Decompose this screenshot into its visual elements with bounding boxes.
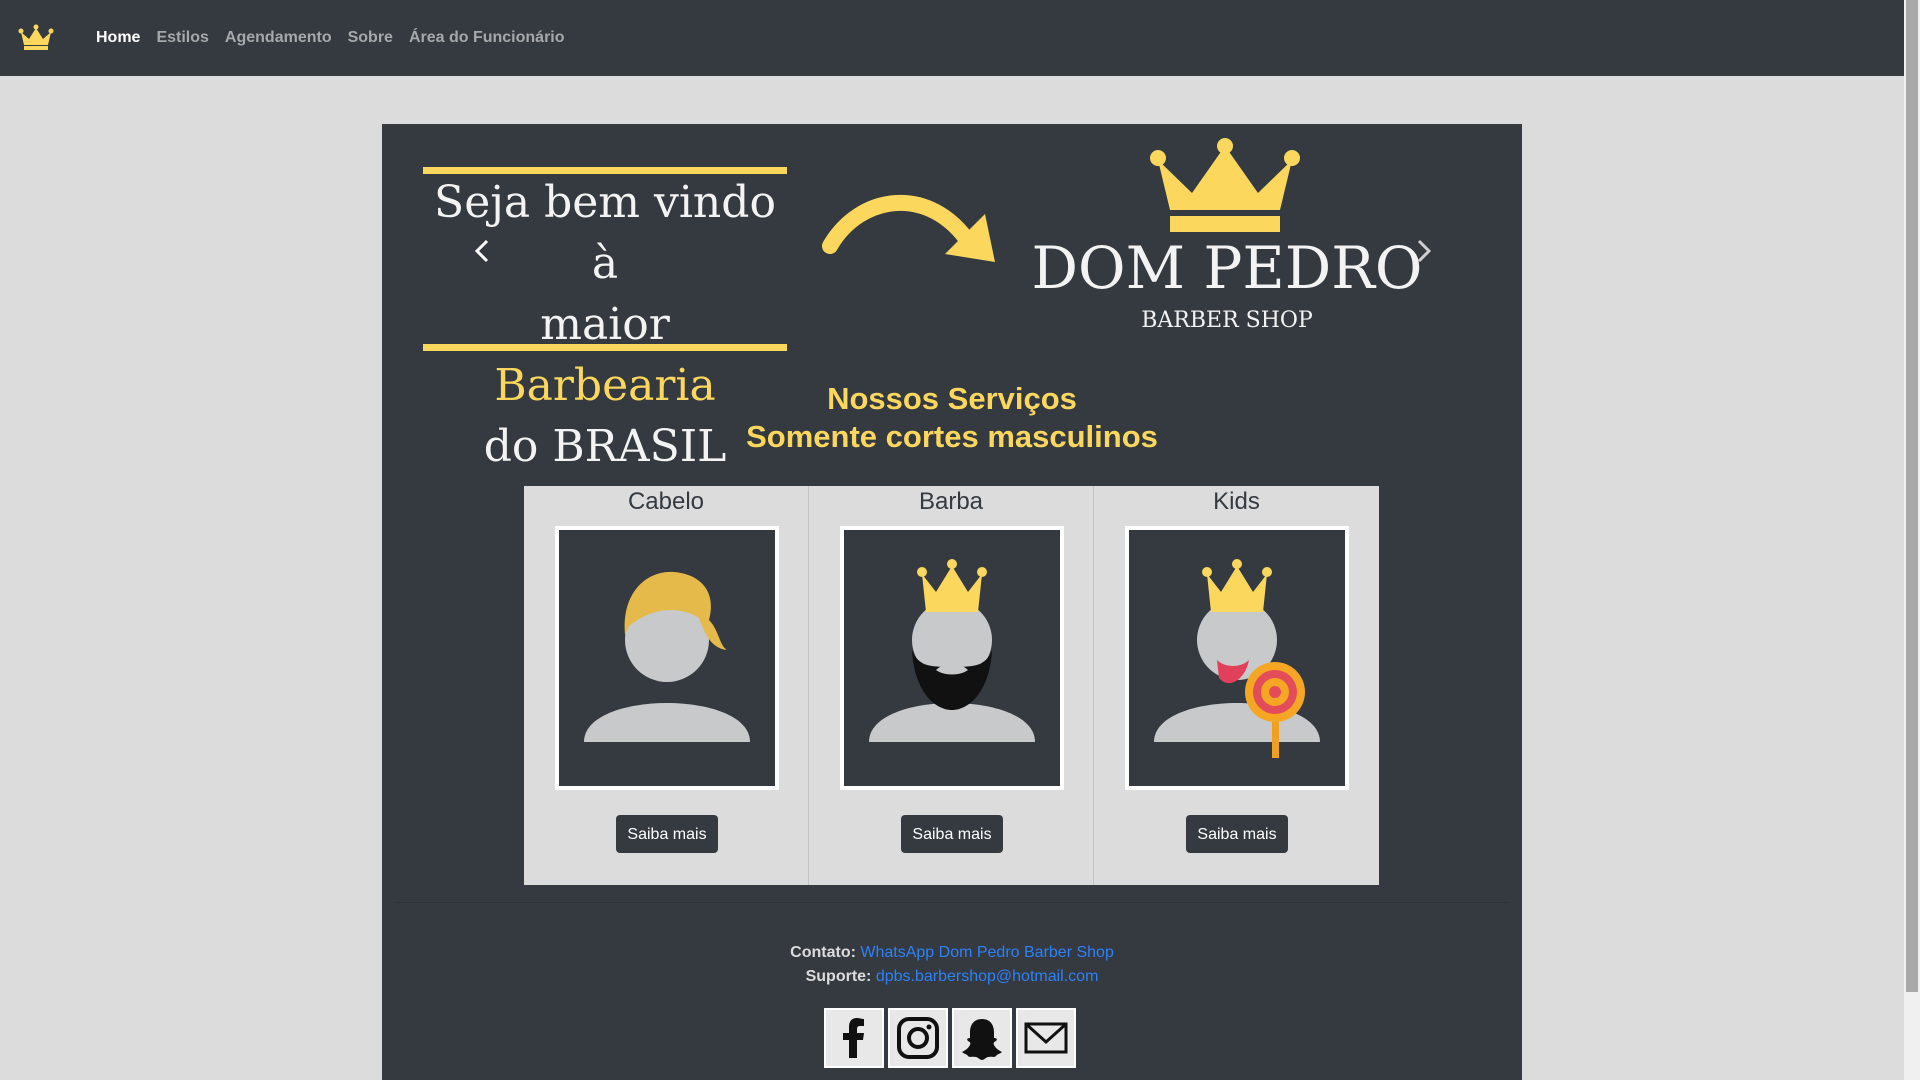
support-email-link[interactable]: dpbs.barbershop@hotmail.com xyxy=(876,968,1099,985)
services-heading: Nossos Serviços Somente cortes masculino… xyxy=(382,380,1522,456)
curved-arrow-icon xyxy=(822,194,995,262)
scrollbar-thumb[interactable] xyxy=(1906,0,1918,992)
logo-subtitle: BARBER SHOP xyxy=(1141,308,1313,333)
contact-line: Contato: WhatsApp Dom Pedro Barber Shop xyxy=(382,944,1522,962)
card-title: Kids xyxy=(1213,488,1260,515)
hair-avatar-icon xyxy=(559,530,775,786)
card-image-frame xyxy=(555,526,779,790)
card-title: Barba xyxy=(918,488,984,515)
nav-link-estilos[interactable]: Estilos xyxy=(156,29,208,47)
welcome-line-1: Seja bem vindo à xyxy=(434,177,776,289)
crown-icon[interactable] xyxy=(18,24,54,52)
service-card-barba: Barba Saiba mais xyxy=(809,486,1094,885)
email-link[interactable] xyxy=(1016,1008,1076,1068)
nav-link-home[interactable]: Home xyxy=(96,29,140,47)
mail-icon xyxy=(1024,1022,1068,1054)
card-image-frame xyxy=(840,526,1064,790)
contact-label: Contato: xyxy=(790,944,856,961)
nav-links: Home Estilos Agendamento Sobre Área do F… xyxy=(96,0,581,76)
card-image-frame xyxy=(1125,526,1349,790)
social-links xyxy=(824,1008,1080,1068)
snapchat-link[interactable] xyxy=(952,1008,1012,1068)
services-subtitle: Somente cortes masculinos xyxy=(746,419,1158,454)
saiba-mais-button[interactable]: Saiba mais xyxy=(616,815,718,853)
logo-crown-icon xyxy=(1150,138,1300,232)
footer-divider xyxy=(394,902,1510,903)
card-title: Cabelo xyxy=(627,488,705,515)
service-cards: Cabelo Saiba mais Barba Saiba mais Kids … xyxy=(524,486,1379,885)
whatsapp-link[interactable]: WhatsApp Dom Pedro Barber Shop xyxy=(860,944,1113,961)
chevron-left-icon[interactable] xyxy=(470,236,494,266)
facebook-icon xyxy=(843,1018,864,1058)
nav-link-sobre[interactable]: Sobre xyxy=(348,29,393,47)
logo-name: DOM PEDRO xyxy=(1031,234,1423,302)
kid-avatar-icon xyxy=(1129,530,1345,786)
beard-avatar-icon xyxy=(844,530,1060,786)
welcome-line-2-prefix: maior xyxy=(540,299,670,350)
services-title: Nossos Serviços xyxy=(827,381,1077,416)
chevron-right-icon[interactable] xyxy=(1412,236,1436,266)
saiba-mais-button[interactable]: Saiba mais xyxy=(1186,815,1288,853)
nav-link-agendamento[interactable]: Agendamento xyxy=(225,29,332,47)
service-card-kids: Kids Saiba mais xyxy=(1094,486,1379,885)
welcome-bottom-rule xyxy=(423,344,787,351)
carousel: Seja bem vindo à maior Barbearia do BRAS… xyxy=(382,124,1522,472)
nav-link-area-funcionario[interactable]: Área do Funcionário xyxy=(409,29,565,47)
navbar: Home Estilos Agendamento Sobre Área do F… xyxy=(0,0,1904,76)
support-line: Suporte: dpbs.barbershop@hotmail.com xyxy=(382,968,1522,986)
instagram-link[interactable] xyxy=(888,1008,948,1068)
main-panel: Seja bem vindo à maior Barbearia do BRAS… xyxy=(382,124,1522,1080)
saiba-mais-button[interactable]: Saiba mais xyxy=(901,815,1003,853)
snapchat-icon xyxy=(962,1019,1002,1060)
support-label: Suporte: xyxy=(805,968,872,985)
service-card-cabelo: Cabelo Saiba mais xyxy=(524,486,809,885)
instagram-icon xyxy=(897,1017,939,1059)
facebook-link[interactable] xyxy=(824,1008,884,1068)
